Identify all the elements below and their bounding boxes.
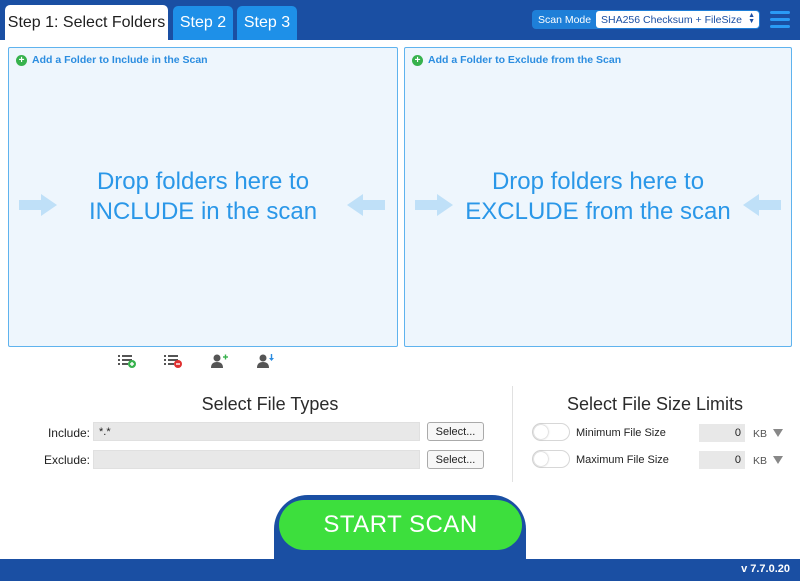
max-size-label: Maximum File Size bbox=[576, 454, 669, 466]
exclude-drop-zone[interactable]: + Add a Folder to Exclude from the Scan … bbox=[404, 47, 792, 347]
scan-mode-select[interactable]: SHA256 Checksum + FileSize ▲ ▼ bbox=[596, 11, 759, 28]
exclude-drop-text: Drop folders here to EXCLUDE from the sc… bbox=[465, 168, 731, 225]
include-select-button[interactable]: Select... bbox=[427, 422, 484, 441]
file-types-title: Select File Types bbox=[201, 394, 339, 414]
download-user-icon[interactable] bbox=[255, 353, 275, 369]
include-drop-text: Drop folders here to INCLUDE in the scan bbox=[88, 168, 318, 225]
updown-chevron-icon: ▲ ▼ bbox=[748, 12, 755, 25]
arrow-left-icon bbox=[347, 194, 385, 216]
min-unit-dropdown-icon[interactable] bbox=[773, 429, 783, 437]
max-unit-dropdown-icon[interactable] bbox=[773, 456, 783, 464]
arrow-left-icon bbox=[743, 194, 781, 216]
max-size-unit: KB bbox=[753, 455, 768, 467]
version-label: v 7.7.0.20 bbox=[741, 563, 790, 575]
arrow-right-icon bbox=[415, 194, 453, 216]
exclude-select-button[interactable]: Select... bbox=[427, 450, 484, 469]
add-list-icon[interactable] bbox=[117, 353, 137, 369]
remove-list-icon[interactable] bbox=[163, 353, 183, 369]
exclude-types-label: Exclude: bbox=[43, 453, 90, 467]
include-types-input[interactable] bbox=[93, 422, 420, 441]
file-size-limits-title: Select File Size Limits bbox=[566, 394, 744, 414]
min-size-label: Minimum File Size bbox=[576, 427, 666, 439]
max-size-input[interactable]: 0 bbox=[699, 451, 745, 469]
min-size-toggle[interactable] bbox=[532, 423, 570, 441]
include-drop-zone[interactable]: + Add a Folder to Include in the Scan Dr… bbox=[8, 47, 398, 347]
scan-mode-label: Scan Mode bbox=[538, 13, 592, 26]
section-divider bbox=[512, 386, 513, 482]
include-types-label: Include: bbox=[47, 426, 90, 440]
start-scan-button[interactable]: START SCAN bbox=[279, 500, 522, 550]
scan-mode-control: Scan Mode SHA256 Checksum + FileSize ▲ ▼ bbox=[532, 10, 760, 29]
plus-circle-icon: + bbox=[412, 54, 423, 66]
scan-mode-value: SHA256 Checksum + FileSize bbox=[601, 13, 742, 26]
plus-circle-icon: + bbox=[16, 54, 27, 66]
min-size-input[interactable]: 0 bbox=[699, 424, 745, 442]
arrow-right-icon bbox=[19, 194, 57, 216]
tab-step-2[interactable]: Step 2 bbox=[173, 6, 233, 40]
tab-step-3[interactable]: Step 3 bbox=[237, 6, 297, 40]
min-size-unit: KB bbox=[753, 428, 768, 440]
hamburger-menu-icon[interactable] bbox=[770, 11, 790, 29]
max-size-toggle[interactable] bbox=[532, 450, 570, 468]
add-user-icon[interactable] bbox=[209, 353, 229, 369]
tab-step-1[interactable]: Step 1: Select Folders bbox=[5, 5, 168, 40]
bottom-bar: v 7.7.0.20 bbox=[0, 559, 800, 581]
exclude-types-input[interactable] bbox=[93, 450, 420, 469]
